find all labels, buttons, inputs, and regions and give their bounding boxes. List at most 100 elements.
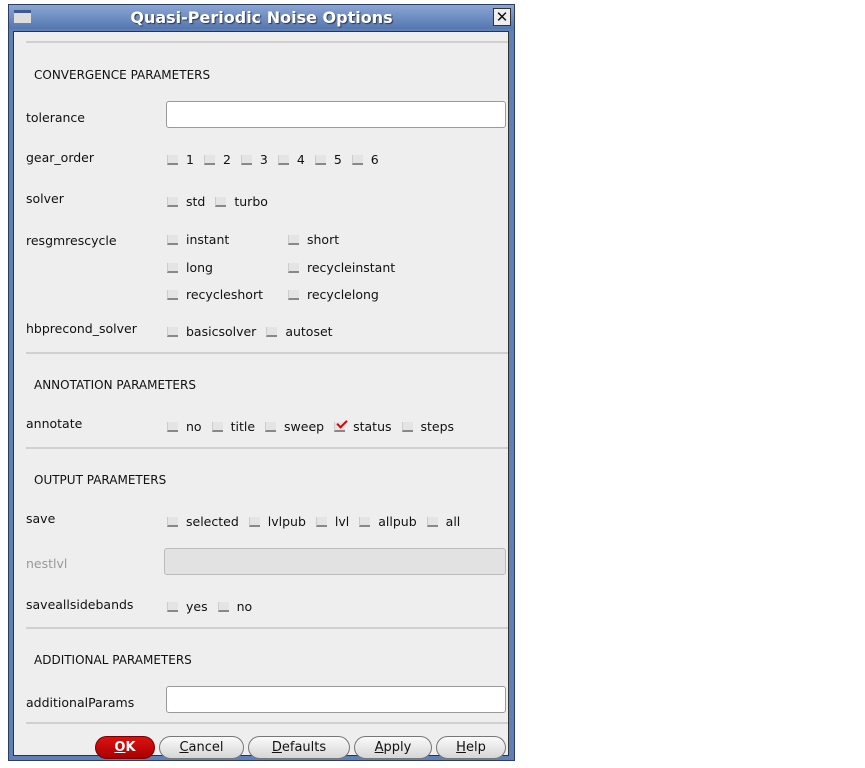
apply-button[interactable]: Apply bbox=[354, 736, 432, 759]
ok-button[interactable]: OK bbox=[95, 736, 155, 759]
section-convergence: CONVERGENCE PARAMETERS bbox=[34, 68, 211, 82]
save-all-checkbox[interactable] bbox=[426, 516, 438, 527]
nestlvl-label: nestlvl bbox=[26, 556, 68, 571]
option-label: selected bbox=[186, 514, 239, 529]
short-checkbox[interactable] bbox=[288, 234, 299, 245]
save-group: selected lvlpub lvl allpub all bbox=[167, 514, 470, 529]
annotate-steps-checkbox[interactable] bbox=[401, 421, 413, 432]
annotate-sweep-checkbox[interactable] bbox=[265, 421, 277, 432]
option-label: short bbox=[307, 232, 340, 247]
section-annotation: ANNOTATION PARAMETERS bbox=[34, 378, 196, 392]
divider bbox=[26, 41, 508, 43]
resgmrescycle-option: recyclelong bbox=[288, 287, 379, 302]
option-label: lvlpub bbox=[267, 514, 306, 529]
button-label: efaults bbox=[281, 740, 327, 755]
saveallsidebands-label: saveallsidebands bbox=[26, 597, 134, 612]
title-bar[interactable]: Quasi-Periodic Noise Options ✕ bbox=[9, 5, 514, 29]
option-label: 1 bbox=[186, 152, 194, 167]
solver-turbo-checkbox[interactable] bbox=[215, 196, 227, 207]
gear-order-5-checkbox[interactable] bbox=[314, 154, 326, 165]
save-lvl-checkbox[interactable] bbox=[315, 516, 327, 527]
option-label: allpub bbox=[378, 514, 417, 529]
option-label: 6 bbox=[370, 152, 379, 167]
option-label: steps bbox=[420, 419, 455, 434]
mnemonic: D bbox=[271, 740, 282, 755]
saveallsidebands-no-checkbox[interactable] bbox=[217, 601, 229, 612]
mnemonic: C bbox=[179, 740, 189, 755]
annotate-no-checkbox[interactable] bbox=[167, 421, 178, 432]
option-label: yes bbox=[186, 599, 208, 614]
annotate-status-checkbox[interactable] bbox=[334, 421, 346, 432]
option-label: no bbox=[186, 419, 202, 434]
option-label: title bbox=[230, 419, 256, 434]
long-checkbox[interactable] bbox=[167, 262, 178, 273]
button-label: K bbox=[125, 740, 136, 755]
resgmrescycle-option: instant bbox=[167, 232, 229, 247]
option-label: instant bbox=[186, 232, 230, 247]
dialog-window: Quasi-Periodic Noise Options ✕ CONVERGEN… bbox=[8, 4, 515, 761]
recycleshort-checkbox[interactable] bbox=[167, 289, 178, 300]
hbprecond-solver-label: hbprecond_solver bbox=[26, 321, 137, 336]
mnemonic: H bbox=[456, 740, 466, 755]
option-label: no bbox=[236, 599, 253, 614]
close-button[interactable]: ✕ bbox=[493, 8, 511, 26]
option-label: lvl bbox=[334, 514, 350, 529]
option-label: sweep bbox=[284, 419, 325, 434]
annotate-title-checkbox[interactable] bbox=[211, 421, 223, 432]
hbprecond-group: basicsolver autoset bbox=[167, 324, 343, 339]
gear-order-2-checkbox[interactable] bbox=[203, 154, 215, 165]
options-panel: CONVERGENCE PARAMETERS tolerance gear_or… bbox=[13, 31, 509, 759]
saveallsidebands-group: yes no bbox=[167, 599, 262, 614]
option-label: recyclelong bbox=[307, 287, 379, 302]
gear-order-1-checkbox[interactable] bbox=[167, 154, 178, 165]
option-label: basicsolver bbox=[186, 324, 257, 339]
help-button[interactable]: Help bbox=[436, 736, 506, 759]
tolerance-input[interactable] bbox=[166, 101, 506, 128]
button-label: elp bbox=[465, 740, 486, 755]
annotate-group: no title sweep status steps bbox=[167, 419, 464, 434]
option-label: 3 bbox=[259, 152, 268, 167]
section-additional: ADDITIONAL PARAMETERS bbox=[34, 653, 192, 667]
option-label: turbo bbox=[234, 194, 268, 209]
save-lvlpub-checkbox[interactable] bbox=[248, 516, 260, 527]
autoset-checkbox[interactable] bbox=[266, 326, 278, 337]
solver-group: std turbo bbox=[167, 194, 278, 209]
option-label: long bbox=[186, 260, 213, 275]
solver-std-checkbox[interactable] bbox=[167, 196, 178, 207]
resgmrescycle-label: resgmrescycle bbox=[26, 233, 117, 248]
gear-order-6-checkbox[interactable] bbox=[351, 154, 363, 165]
resgmrescycle-option: recycleinstant bbox=[288, 260, 395, 275]
window-title: Quasi-Periodic Noise Options bbox=[130, 8, 393, 27]
additional-params-input[interactable] bbox=[166, 686, 506, 713]
divider bbox=[26, 722, 508, 724]
option-label: std bbox=[186, 194, 206, 209]
option-label: 2 bbox=[222, 152, 231, 167]
recyclelong-checkbox[interactable] bbox=[288, 289, 299, 300]
save-label: save bbox=[26, 511, 56, 526]
saveallsidebands-yes-checkbox[interactable] bbox=[167, 601, 178, 612]
mnemonic: A bbox=[374, 740, 384, 755]
save-selected-checkbox[interactable] bbox=[167, 516, 178, 527]
resgmrescycle-option: short bbox=[288, 232, 339, 247]
recycleinstant-checkbox[interactable] bbox=[288, 262, 299, 273]
basicsolver-checkbox[interactable] bbox=[167, 326, 178, 337]
divider bbox=[26, 352, 508, 354]
option-label: recycleinstant bbox=[307, 260, 396, 275]
option-label: 5 bbox=[333, 152, 342, 167]
defaults-button[interactable]: Defaults bbox=[248, 736, 350, 759]
resgmrescycle-option: long bbox=[167, 260, 213, 275]
save-allpub-checkbox[interactable] bbox=[359, 516, 371, 527]
gear-order-4-checkbox[interactable] bbox=[277, 154, 289, 165]
mnemonic: O bbox=[114, 740, 126, 755]
instant-checkbox[interactable] bbox=[167, 234, 178, 245]
divider bbox=[26, 447, 508, 449]
option-label: 4 bbox=[296, 152, 305, 167]
cancel-button[interactable]: Cancel bbox=[159, 736, 244, 759]
gear-order-3-checkbox[interactable] bbox=[240, 154, 252, 165]
gear-order-group: 1 2 3 4 5 6 bbox=[167, 152, 389, 167]
option-label: recycleshort bbox=[186, 287, 263, 302]
button-label: ancel bbox=[188, 740, 224, 755]
nestlvl-input bbox=[164, 548, 506, 575]
section-output: OUTPUT PARAMETERS bbox=[34, 473, 167, 487]
divider bbox=[26, 627, 508, 629]
